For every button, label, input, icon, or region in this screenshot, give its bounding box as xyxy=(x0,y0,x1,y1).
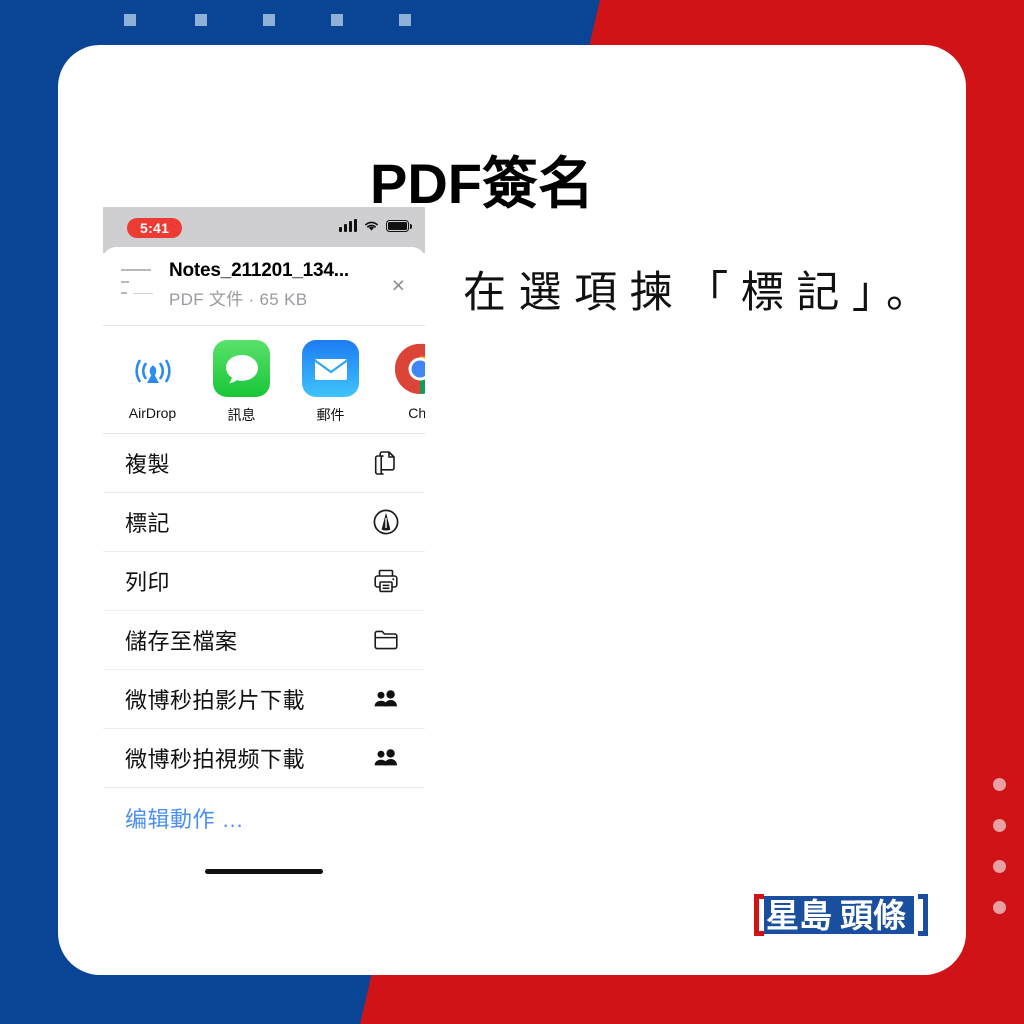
action-label: 儲存至檔案 xyxy=(125,629,238,654)
people-icon xyxy=(369,682,403,716)
cellular-bars-icon xyxy=(339,219,357,232)
wifi-icon xyxy=(365,221,378,231)
action-label: 微博秒拍視频下載 xyxy=(125,747,306,772)
share-sheet: Notes_211201_134... PDF 文件 · 65 KB × Air… xyxy=(103,247,425,874)
right-dot xyxy=(993,778,1006,791)
action-label: 微博秒拍影片下載 xyxy=(125,688,306,713)
action-copy[interactable]: 複製 xyxy=(103,434,425,493)
home-indicator xyxy=(205,869,323,874)
share-target-label: 郵件 xyxy=(316,407,345,423)
file-subtitle: PDF 文件 · 65 KB xyxy=(169,290,308,309)
top-square xyxy=(195,14,207,26)
battery-icon xyxy=(386,219,412,232)
chrome-icon xyxy=(391,340,425,397)
print-icon xyxy=(369,564,403,598)
brand-logo: 星島 頭條 xyxy=(754,894,928,936)
share-action-list: 複製 標記 列印 儲存至檔案 微博秒拍影片下載 微博秒拍視频下載 编辑動作 … xyxy=(103,434,425,847)
share-target-label: Chr xyxy=(408,405,425,421)
action-markup[interactable]: 標記 xyxy=(103,493,425,552)
share-target-label: AirDrop xyxy=(128,405,177,421)
messages-icon xyxy=(213,340,270,397)
share-target-chrome[interactable]: Chr xyxy=(388,340,425,425)
airdrop-icon xyxy=(124,340,181,397)
right-dot xyxy=(993,860,1006,873)
share-target-messages[interactable]: 訊息 xyxy=(210,340,273,425)
copy-icon xyxy=(369,446,403,480)
action-weibo-video-download-2[interactable]: 微博秒拍視频下載 xyxy=(103,729,425,788)
phone-screenshot: 5:41 Notes_211201_134... PDF 文件 · 65 KB … xyxy=(103,207,425,970)
instruction-text: 在選項揀「標記」。 xyxy=(463,268,933,318)
action-label: 编辑動作 … xyxy=(125,806,245,832)
file-meta: Notes_211201_134... PDF 文件 · 65 KB xyxy=(169,260,378,310)
page-title: PDF簽名 xyxy=(58,153,966,215)
top-square xyxy=(263,14,275,26)
right-decorative-dots xyxy=(993,778,1006,942)
action-label: 標記 xyxy=(125,511,171,536)
top-square xyxy=(399,14,411,26)
share-target-airdrop[interactable]: AirDrop xyxy=(121,340,184,425)
action-weibo-video-download-1[interactable]: 微博秒拍影片下載 xyxy=(103,670,425,729)
right-dot xyxy=(993,819,1006,832)
action-edit-actions[interactable]: 编辑動作 … xyxy=(103,788,425,847)
mail-icon xyxy=(302,340,359,397)
markup-icon xyxy=(369,505,403,539)
svg-text:頭條: 頭條 xyxy=(840,896,906,935)
top-square xyxy=(331,14,343,26)
share-app-row: AirDrop 訊息 郵件 C xyxy=(103,326,425,434)
document-thumbnail-icon xyxy=(117,262,157,308)
close-icon[interactable]: × xyxy=(390,273,411,297)
action-label: 複製 xyxy=(125,452,171,477)
page-title-text: PDF簽名 xyxy=(370,152,594,215)
action-print[interactable]: 列印 xyxy=(103,552,425,611)
none-icon xyxy=(369,801,403,835)
action-label: 列印 xyxy=(125,570,171,595)
top-decorative-squares xyxy=(0,14,1024,34)
svg-text:星島: 星島 xyxy=(766,896,832,935)
people-icon xyxy=(369,741,403,775)
status-time: 5:41 xyxy=(127,218,183,238)
content-card: PDF簽名 在選項揀「標記」。 5:41 Notes_211201_134...… xyxy=(58,45,966,975)
share-target-mail[interactable]: 郵件 xyxy=(299,340,362,425)
file-name: Notes_211201_134... xyxy=(169,260,350,281)
right-dot xyxy=(993,901,1006,914)
status-indicators xyxy=(339,219,412,232)
folder-icon xyxy=(369,623,403,657)
share-target-label: 訊息 xyxy=(227,407,256,423)
file-header-row: Notes_211201_134... PDF 文件 · 65 KB × xyxy=(103,247,425,326)
action-save-to-files[interactable]: 儲存至檔案 xyxy=(103,611,425,670)
top-square xyxy=(124,14,136,26)
